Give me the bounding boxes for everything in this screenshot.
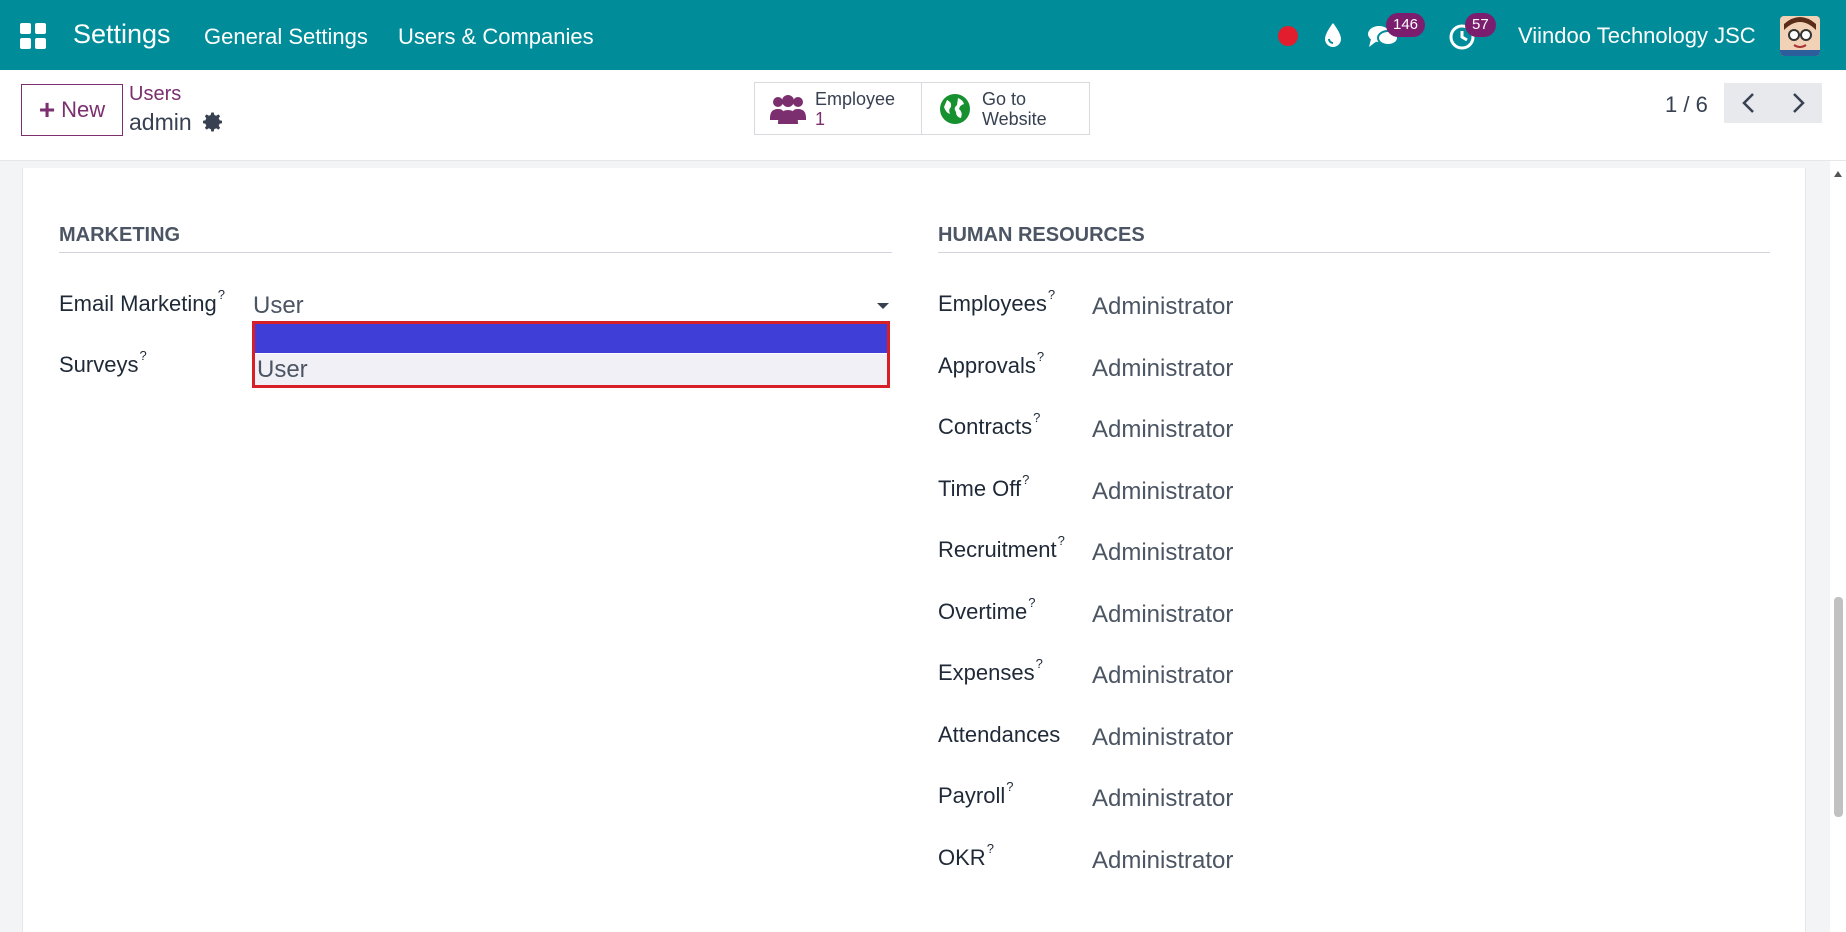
pager-value[interactable]: 1 / 6 (1665, 92, 1708, 118)
menu-general-settings[interactable]: General Settings (204, 24, 368, 50)
recruitment-label: Recruitment? (938, 533, 1065, 562)
employee-count: 1 (815, 108, 826, 129)
payroll-label: Payroll? (938, 779, 1014, 808)
menu-users-companies[interactable]: Users & Companies (398, 24, 594, 50)
form-sheet (22, 168, 1806, 932)
help-icon[interactable]: ? (1036, 656, 1043, 671)
approvals-label: Approvals? (938, 349, 1045, 378)
help-icon[interactable]: ? (1028, 595, 1035, 610)
help-icon[interactable]: ? (1058, 533, 1065, 548)
help-icon[interactable]: ? (1048, 287, 1055, 302)
approvals-value[interactable]: Administrator (1092, 355, 1233, 383)
employees-value[interactable]: Administrator (1092, 293, 1233, 321)
caret-down-icon (877, 303, 889, 309)
marketing-section-title: MARKETING (59, 224, 181, 246)
app-title[interactable]: Settings (73, 19, 171, 50)
control-panel: + New Users admin Employee 1 Go to Websi… (0, 70, 1846, 161)
employees-label: Employees? (938, 287, 1056, 316)
okr-label: OKR? (938, 841, 994, 870)
help-icon[interactable]: ? (1022, 472, 1029, 487)
new-button[interactable]: + New (21, 84, 123, 136)
scrollbar-thumb[interactable] (1834, 597, 1843, 817)
avatar[interactable] (1780, 16, 1820, 56)
record-dot-icon[interactable] (1278, 26, 1298, 46)
website-button-line2: Website (982, 108, 1047, 129)
chat-count-badge: 146 (1386, 13, 1426, 37)
contracts-value[interactable]: Administrator (1092, 416, 1233, 444)
expenses-value[interactable]: Administrator (1092, 662, 1233, 690)
email-marketing-value: User (253, 292, 304, 319)
employee-smart-button[interactable]: Employee 1 (754, 82, 922, 135)
okr-value[interactable]: Administrator (1092, 847, 1233, 875)
plus-icon: + (38, 94, 56, 125)
chevron-left-icon (1741, 93, 1754, 113)
dropdown-option-user[interactable]: User (255, 354, 887, 385)
marketing-divider (59, 252, 892, 253)
help-icon[interactable]: ? (1033, 410, 1040, 425)
user-face-icon (1780, 16, 1820, 56)
go-to-website-button[interactable]: Go to Website (921, 82, 1090, 135)
pager-next-button[interactable] (1773, 83, 1822, 123)
website-button-line1: Go to (982, 88, 1027, 109)
new-button-label: New (61, 97, 106, 122)
payroll-value[interactable]: Administrator (1092, 785, 1233, 813)
overtime-label: Overtime? (938, 595, 1036, 624)
scroll-up-arrow-icon[interactable] (1834, 171, 1842, 177)
users-icon (770, 94, 806, 124)
hr-section-title: HUMAN RESOURCES (938, 224, 1145, 246)
time-off-label: Time Off? (938, 472, 1030, 501)
surveys-label: Surveys? (59, 348, 147, 377)
attendances-label: Attendances (938, 722, 1061, 747)
activity-count-badge: 57 (1465, 13, 1496, 37)
breadcrumb-current: admin (129, 109, 192, 135)
attendances-value[interactable]: Administrator (1092, 724, 1233, 752)
help-icon[interactable]: ? (987, 841, 994, 856)
overtime-value[interactable]: Administrator (1092, 601, 1233, 629)
expenses-label: Expenses? (938, 656, 1043, 685)
help-icon[interactable]: ? (218, 287, 225, 302)
help-icon[interactable]: ? (1037, 349, 1044, 364)
contracts-label: Contracts? (938, 410, 1041, 439)
employee-button-label: Employee (815, 88, 896, 109)
top-navbar: Settings General Settings Users & Compan… (0, 0, 1846, 70)
email-marketing-select[interactable]: User (253, 289, 891, 321)
email-marketing-dropdown: User (252, 321, 890, 388)
dropdown-option-blank[interactable] (255, 324, 887, 353)
help-icon[interactable]: ? (139, 348, 146, 363)
recruitment-value[interactable]: Administrator (1092, 539, 1233, 567)
chevron-right-icon (1792, 93, 1805, 113)
email-marketing-label: Email Marketing? (59, 287, 225, 316)
pager-previous-button[interactable] (1724, 83, 1773, 123)
page-scrollbar[interactable] (1830, 161, 1846, 932)
breadcrumb-parent-link[interactable]: Users (129, 83, 181, 106)
water-drop-icon[interactable] (1322, 22, 1344, 48)
company-switcher[interactable]: Viindoo Technology JSC (1518, 23, 1756, 49)
hr-divider (938, 252, 1770, 253)
apps-grid-icon[interactable] (20, 23, 46, 49)
globe-icon (940, 93, 970, 124)
time-off-value[interactable]: Administrator (1092, 478, 1233, 506)
help-icon[interactable]: ? (1006, 779, 1013, 794)
gear-icon[interactable] (201, 110, 225, 134)
